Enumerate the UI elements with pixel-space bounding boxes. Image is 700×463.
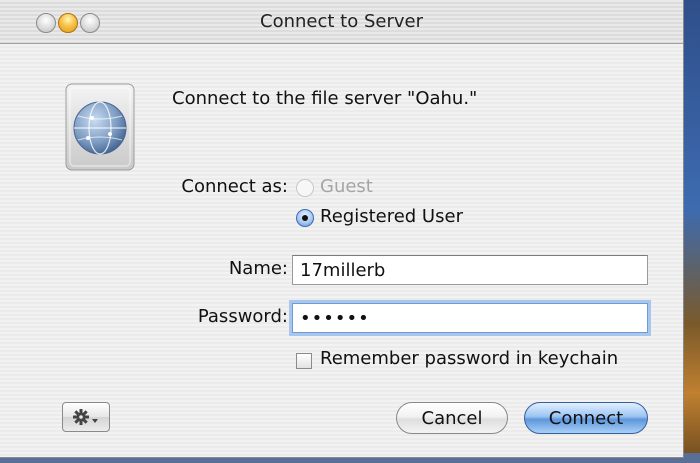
remember-password-checkbox[interactable]	[296, 353, 312, 369]
remember-password-label[interactable]: Remember password in keychain	[320, 348, 618, 369]
name-label: Name:	[228, 258, 288, 279]
action-menu-button[interactable]	[62, 402, 110, 432]
password-label: Password:	[197, 306, 288, 327]
window-title: Connect to Server	[260, 11, 423, 32]
connect-to-server-window: Connect to Server Connect to the file se…	[0, 0, 684, 458]
name-field[interactable]	[292, 255, 648, 285]
connect-button[interactable]: Connect	[524, 402, 648, 434]
gear-icon	[73, 409, 98, 425]
minimize-icon[interactable]	[58, 13, 78, 33]
dialog-message: Connect to the file server "Oahu."	[172, 88, 478, 109]
zoom-icon[interactable]	[80, 13, 100, 33]
guest-radio-label: Guest	[320, 176, 373, 197]
server-globe-icon	[62, 82, 138, 172]
title-bar[interactable]: Connect to Server	[0, 0, 683, 44]
connect-as-label: Connect as:	[181, 176, 288, 197]
registered-user-radio[interactable]	[296, 209, 314, 227]
password-field[interactable]	[292, 303, 648, 333]
cancel-button[interactable]: Cancel	[396, 402, 508, 434]
close-icon[interactable]	[36, 13, 56, 33]
desktop-background	[684, 0, 700, 463]
registered-user-radio-label[interactable]: Registered User	[320, 206, 463, 227]
guest-radio	[296, 179, 314, 197]
